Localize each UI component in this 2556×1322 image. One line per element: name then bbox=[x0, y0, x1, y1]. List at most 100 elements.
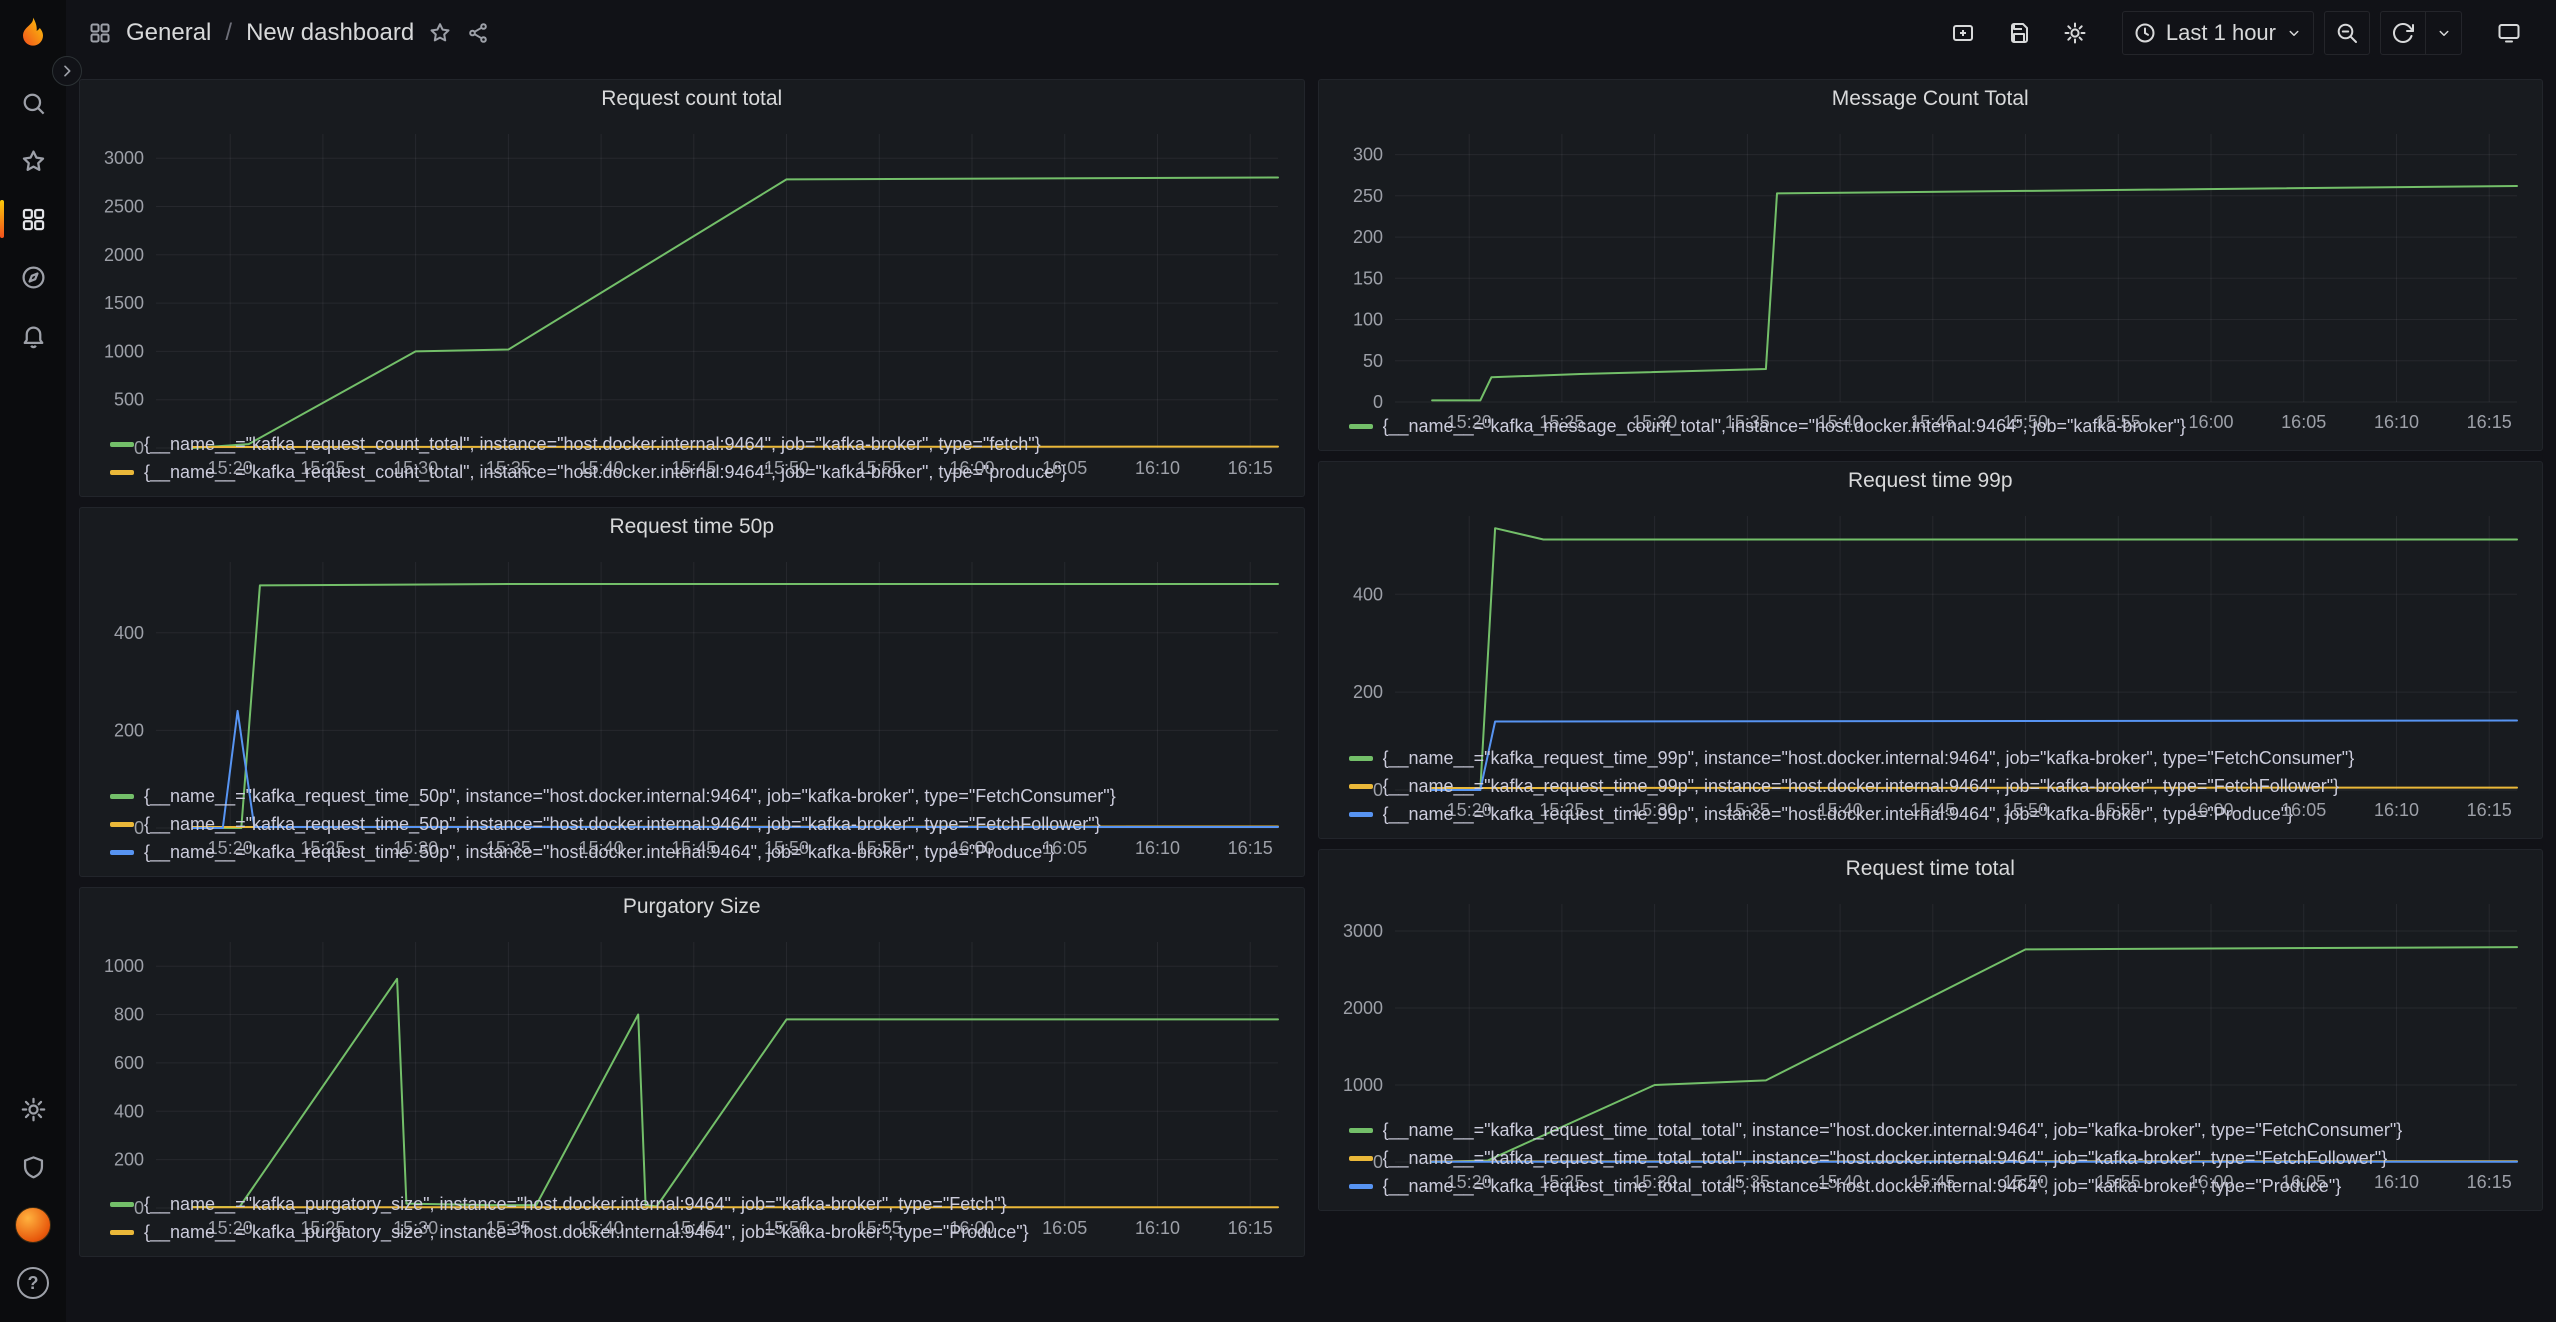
svg-text:1000: 1000 bbox=[104, 341, 144, 361]
legend-item[interactable]: {__name__="kafka_purgatory_size", instan… bbox=[110, 1218, 1290, 1246]
sidebar-expand-button[interactable] bbox=[52, 56, 82, 86]
time-range-picker[interactable]: Last 1 hour bbox=[2122, 11, 2314, 55]
panel-title[interactable]: Request count total bbox=[80, 80, 1304, 118]
legend-item[interactable]: {__name__="kafka_request_time_99p", inst… bbox=[1349, 744, 2529, 772]
svg-text:400: 400 bbox=[1352, 584, 1382, 604]
legend-item[interactable]: {__name__="kafka_request_time_99p", inst… bbox=[1349, 800, 2529, 828]
legend-series-label: {__name__="kafka_purgatory_size", instan… bbox=[144, 1194, 1007, 1215]
help-icon[interactable]: ? bbox=[0, 1254, 66, 1312]
panel-legend: {__name__="kafka_request_time_50p", inst… bbox=[80, 780, 1304, 868]
legend-item[interactable]: {__name__="kafka_request_time_50p", inst… bbox=[110, 810, 1290, 838]
grafana-app: ? General / New dashboard bbox=[0, 0, 2556, 1322]
legend-item[interactable]: {__name__="kafka_request_time_total_tota… bbox=[1349, 1172, 2529, 1200]
dashboard-column-right: Message Count Total 15:2015:2515:3015:35… bbox=[1318, 79, 2544, 1211]
svg-text:600: 600 bbox=[114, 1053, 144, 1073]
legend-item[interactable]: {__name__="kafka_request_count_total", i… bbox=[110, 430, 1290, 458]
server-admin-icon[interactable] bbox=[0, 1138, 66, 1196]
panel-request-count-total: Request count total 15:2015:2515:3015:35… bbox=[79, 79, 1305, 497]
search-icon[interactable] bbox=[0, 74, 66, 132]
svg-text:500: 500 bbox=[114, 390, 144, 410]
alerting-icon[interactable] bbox=[0, 306, 66, 364]
legend-item[interactable]: {__name__="kafka_message_count_total", i… bbox=[1349, 412, 2529, 440]
save-dashboard-button[interactable] bbox=[1996, 11, 2042, 55]
legend-series-label: {__name__="kafka_request_time_50p", inst… bbox=[144, 786, 1116, 807]
panel-request-time-99p: Request time 99p 15:2015:2515:3015:3515:… bbox=[1318, 461, 2544, 839]
legend-series-color bbox=[1349, 812, 1373, 817]
svg-text:3000: 3000 bbox=[104, 148, 144, 168]
dashboard-settings-button[interactable] bbox=[2052, 11, 2098, 55]
legend-series-label: {__name__="kafka_request_count_total", i… bbox=[144, 462, 1067, 483]
panel-chart-area[interactable]: 15:2015:2515:3015:3515:4015:4515:5015:55… bbox=[1319, 118, 2543, 410]
svg-text:1000: 1000 bbox=[1342, 1075, 1382, 1095]
dashboards-icon[interactable] bbox=[0, 190, 66, 248]
legend-item[interactable]: {__name__="kafka_request_time_total_tota… bbox=[1349, 1116, 2529, 1144]
legend-series-color bbox=[110, 1202, 134, 1207]
legend-series-label: {__name__="kafka_purgatory_size", instan… bbox=[144, 1222, 1029, 1243]
panel-chart-area[interactable]: 15:2015:2515:3015:3515:4015:4515:5015:55… bbox=[1319, 500, 2543, 742]
legend-series-color bbox=[110, 794, 134, 799]
panel-chart-area[interactable]: 15:2015:2515:3015:3515:4015:4515:5015:55… bbox=[80, 118, 1304, 428]
share-dashboard-icon[interactable] bbox=[466, 21, 490, 45]
legend-series-label: {__name__="kafka_request_time_99p", inst… bbox=[1383, 776, 2340, 797]
legend-series-label: {__name__="kafka_request_time_99p", inst… bbox=[1383, 748, 2355, 769]
legend-series-color bbox=[1349, 1156, 1373, 1161]
svg-text:300: 300 bbox=[1352, 145, 1382, 165]
panel-title-text: Request count total bbox=[601, 87, 782, 111]
panel-title-text: Message Count Total bbox=[1832, 87, 2029, 111]
panel-chart-area[interactable]: 15:2015:2515:3015:3515:4015:4515:5015:55… bbox=[1319, 888, 2543, 1114]
panel-title[interactable]: Request time 50p bbox=[80, 508, 1304, 546]
legend-series-label: {__name__="kafka_request_time_total_tota… bbox=[1383, 1148, 2388, 1169]
configuration-icon[interactable] bbox=[0, 1080, 66, 1138]
svg-text:100: 100 bbox=[1352, 310, 1382, 330]
panel-legend: {__name__="kafka_message_count_total", i… bbox=[1319, 410, 2543, 442]
chevron-down-icon bbox=[2285, 24, 2303, 42]
time-series-chart: 15:2015:2515:3015:3515:4015:4515:5015:55… bbox=[1333, 888, 2529, 1114]
panel-title[interactable]: Message Count Total bbox=[1319, 80, 2543, 118]
panel-title[interactable]: Purgatory Size bbox=[80, 888, 1304, 926]
legend-item[interactable]: {__name__="kafka_request_time_50p", inst… bbox=[110, 782, 1290, 810]
refresh-button[interactable] bbox=[2380, 11, 2426, 55]
star-dashboard-icon[interactable] bbox=[428, 21, 452, 45]
legend-series-color bbox=[1349, 1128, 1373, 1133]
legend-item[interactable]: {__name__="kafka_request_time_total_tota… bbox=[1349, 1144, 2529, 1172]
clock-icon bbox=[2133, 21, 2157, 45]
legend-item[interactable]: {__name__="kafka_request_time_99p", inst… bbox=[1349, 772, 2529, 800]
grafana-logo[interactable] bbox=[12, 12, 54, 54]
svg-text:400: 400 bbox=[114, 1101, 144, 1121]
panel-title[interactable]: Request time total bbox=[1319, 850, 2543, 888]
svg-text:3000: 3000 bbox=[1342, 921, 1382, 941]
explore-icon[interactable] bbox=[0, 248, 66, 306]
avatar bbox=[15, 1207, 51, 1243]
panel-title-text: Request time total bbox=[1846, 857, 2015, 881]
cycle-view-mode-button[interactable] bbox=[2486, 11, 2532, 55]
panel-title-text: Request time 50p bbox=[609, 515, 774, 539]
svg-text:1000: 1000 bbox=[104, 956, 144, 976]
breadcrumb-dashboard-title[interactable]: New dashboard bbox=[246, 19, 414, 47]
legend-item[interactable]: {__name__="kafka_request_time_50p", inst… bbox=[110, 838, 1290, 866]
legend-series-color bbox=[1349, 424, 1373, 429]
panel-legend: {__name__="kafka_request_time_total_tota… bbox=[1319, 1114, 2543, 1202]
breadcrumb-folder[interactable]: General bbox=[126, 19, 211, 47]
add-panel-button[interactable] bbox=[1940, 11, 1986, 55]
time-series-chart: 15:2015:2515:3015:3515:4015:4515:5015:55… bbox=[94, 546, 1290, 780]
panel-chart-area[interactable]: 15:2015:2515:3015:3515:4015:4515:5015:55… bbox=[80, 546, 1304, 780]
breadcrumb: General / New dashboard bbox=[88, 19, 490, 47]
apps-icon bbox=[88, 21, 112, 45]
legend-item[interactable]: {__name__="kafka_purgatory_size", instan… bbox=[110, 1190, 1290, 1218]
refresh-interval-dropdown[interactable] bbox=[2426, 11, 2462, 55]
legend-series-label: {__name__="kafka_request_time_50p", inst… bbox=[144, 814, 1101, 835]
legend-series-label: {__name__="kafka_message_count_total", i… bbox=[1383, 416, 2186, 437]
zoom-out-button[interactable] bbox=[2324, 11, 2370, 55]
svg-text:800: 800 bbox=[114, 1005, 144, 1025]
svg-text:2000: 2000 bbox=[1342, 998, 1382, 1018]
legend-series-label: {__name__="kafka_request_time_total_tota… bbox=[1383, 1120, 2403, 1141]
panel-title[interactable]: Request time 99p bbox=[1319, 462, 2543, 500]
panel-chart-area[interactable]: 15:2015:2515:3015:3515:4015:4515:5015:55… bbox=[80, 926, 1304, 1188]
legend-series-color bbox=[110, 850, 134, 855]
legend-series-color bbox=[1349, 784, 1373, 789]
legend-series-label: {__name__="kafka_request_time_99p", inst… bbox=[1383, 804, 2294, 825]
user-avatar[interactable] bbox=[0, 1196, 66, 1254]
starred-icon[interactable] bbox=[0, 132, 66, 190]
legend-item[interactable]: {__name__="kafka_request_count_total", i… bbox=[110, 458, 1290, 486]
svg-text:2000: 2000 bbox=[104, 245, 144, 265]
